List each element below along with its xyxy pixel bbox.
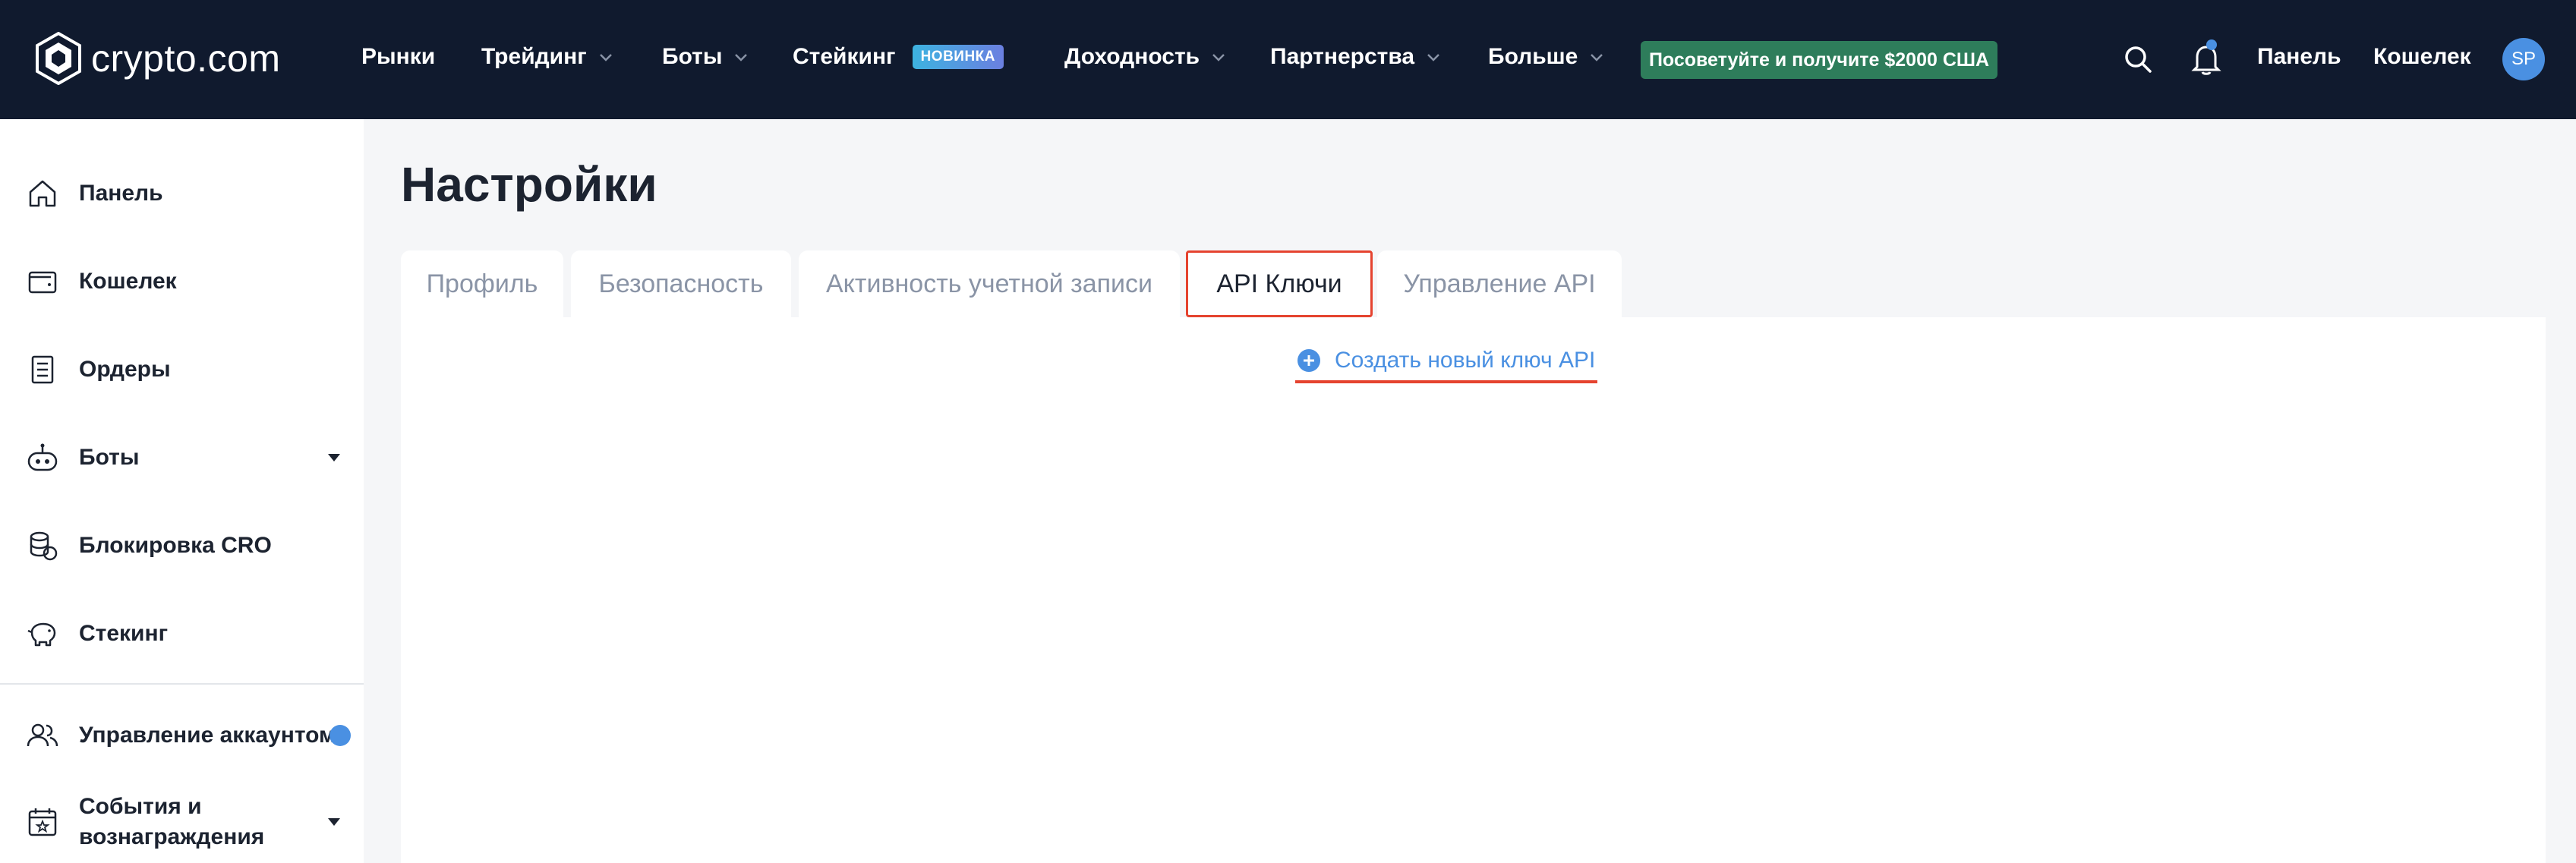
tab-profile[interactable]: Профиль [401,250,563,317]
chevron-down-icon [599,54,612,61]
nav-bots-label: Боты [662,44,723,69]
nav-partnerships-label: Партнерства [1270,44,1415,69]
tab-label: Профиль [426,269,538,298]
orders-icon [31,355,54,384]
home-icon [29,180,56,207]
tab-security[interactable]: Безопасность [571,250,791,317]
sidebar-item-label: Кошелек [79,269,177,294]
create-api-key-button[interactable]: Создать новый ключ API [1297,348,1595,373]
sidebar-item-label: Блокировка CRO [79,533,272,558]
brand-logo[interactable]: crypto.com [35,32,281,85]
crypto-logo-icon [36,32,81,85]
tab-label: Управление API [1403,269,1596,298]
dashboard-link[interactable]: Панель [2257,44,2341,70]
plus-circle-icon [1297,349,1320,372]
sidebar-item-events-rewards[interactable]: События и вознаграждения [0,784,364,860]
nav-more-label: Больше [1488,44,1578,69]
sidebar-item-bots[interactable]: Боты [0,427,364,488]
sidebar-item-label: События и вознаграждения [79,794,265,849]
search-icon[interactable] [2123,44,2153,74]
referral-promo-button[interactable]: Посоветуйте и получите $2000 США [1641,41,1997,79]
nav-trading[interactable]: Трейдинг [481,44,614,70]
nav-trading-label: Трейдинг [481,44,587,69]
caret-down-icon [328,454,340,461]
wallet-link[interactable]: Кошелек [2373,44,2471,70]
nav-markets-label: Рынки [361,44,436,69]
new-badge: НОВИНКА [912,45,1004,69]
chevron-down-icon [735,54,748,61]
tab-label: Безопасность [598,269,764,298]
avatar[interactable]: SP [2502,38,2545,80]
coins-icon [30,531,58,561]
tab-label: Активность учетной записи [825,269,1153,298]
sidebar-item-orders[interactable]: Ордеры [0,339,364,400]
piggy-bank-icon [27,622,56,647]
sidebar-item-cro-lockup[interactable]: Блокировка CRO [0,515,364,576]
users-icon [27,723,58,747]
bot-icon [27,443,58,471]
brand-name: crypto.com [91,37,281,80]
tab-api-management[interactable]: Управление API [1377,250,1622,317]
notification-dot [2206,39,2217,50]
sidebar-item-label: Панель [79,181,163,206]
status-dot [329,725,351,746]
wallet-icon [28,271,57,294]
sidebar-item-dashboard[interactable]: Панель [0,163,364,224]
sidebar-item-label: Управление аккаунтом [79,723,336,748]
highlight-underline [1295,380,1597,383]
sidebar-divider [0,683,364,685]
tab-label: API Ключи [1216,269,1342,298]
sidebar: Панель Кошелек Ордеры Боты Блокировка CR… [0,119,364,863]
nav-markets[interactable]: Рынки [361,44,435,70]
nav-more[interactable]: Больше [1488,44,1605,70]
nav-yield-label: Доходность [1064,44,1200,69]
top-navigation-bar: crypto.com Рынки Трейдинг Боты Стейкинг … [0,0,2576,119]
chevron-down-icon [1212,54,1225,61]
chevron-down-icon [1591,54,1603,61]
nav-staking-label: Стейкинг [793,44,896,69]
nav-yield[interactable]: Доходность [1064,44,1227,70]
sidebar-item-label: Ордеры [79,357,171,382]
tab-account-activity[interactable]: Активность учетной записи [799,250,1180,317]
sidebar-item-wallet[interactable]: Кошелек [0,251,364,312]
api-keys-panel [401,317,2546,863]
caret-down-icon [328,818,340,826]
sidebar-item-label: Стекинг [79,621,169,646]
page-title: Настройки [401,157,657,212]
chevron-down-icon [1427,54,1439,61]
nav-partnerships[interactable]: Партнерства [1270,44,1442,70]
sidebar-item-label: Боты [79,445,140,470]
sidebar-item-account-management[interactable]: Управление аккаунтом [0,705,364,766]
calendar-star-icon [28,808,57,836]
sidebar-item-staking[interactable]: Стекинг [0,603,364,664]
create-api-key-label: Создать новый ключ API [1335,348,1596,373]
nav-staking[interactable]: Стейкинг НОВИНКА [793,44,1004,70]
nav-bots[interactable]: Боты [662,44,749,70]
tab-api-keys[interactable]: API Ключи [1186,250,1373,317]
